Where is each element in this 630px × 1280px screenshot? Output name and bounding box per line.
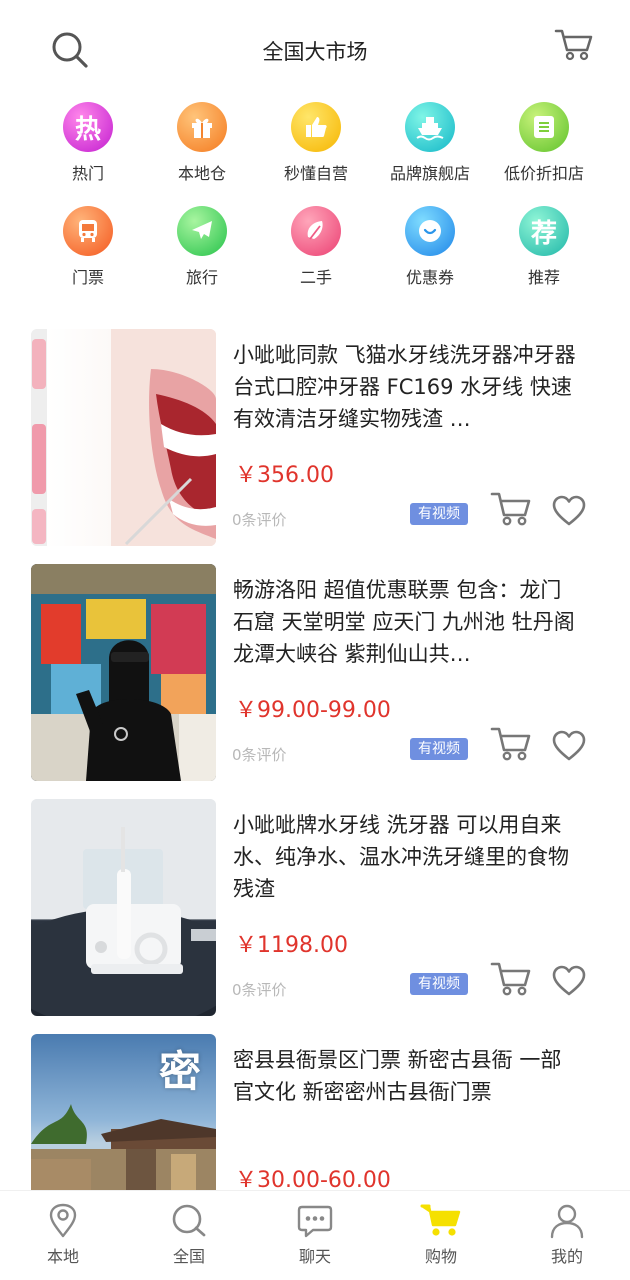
category-brand-flagship[interactable]: 品牌旗舰店	[373, 102, 487, 184]
favorite-heart-icon[interactable]	[552, 965, 586, 997]
user-icon	[550, 1204, 584, 1239]
category-tickets[interactable]: 门票	[31, 206, 145, 288]
tab-label: 本地	[46, 1247, 79, 1266]
review-count: 0条评价	[232, 981, 287, 999]
recommend-icon: 荐	[519, 206, 569, 256]
product-title[interactable]: 小呲呲牌水牙线 洗牙器 可以用自来水、纯净水、温水冲洗牙缝里的食物残渣	[233, 809, 578, 905]
tab-national[interactable]: 全国	[126, 1191, 252, 1280]
category-discount-store[interactable]: 低价折扣店	[487, 102, 601, 184]
bottom-tab-bar: 本地 全国 聊天 购物 我的	[0, 1190, 630, 1280]
category-coupon[interactable]: 优惠券	[373, 206, 487, 288]
product-title[interactable]: 小呲呲同款 飞猫水牙线洗牙器冲牙器 台式口腔冲牙器 FC169 水牙线 快速有效…	[233, 339, 578, 435]
product-title[interactable]: 密县县衙景区门票 新密古县衙 一部官文化 新密密州古县衙门票	[233, 1044, 578, 1108]
category-label: 二手	[299, 268, 332, 287]
tab-label: 聊天	[298, 1247, 331, 1266]
vr-girl-photo[interactable]	[31, 564, 216, 781]
category-recommend[interactable]: 荐 推荐	[487, 206, 601, 288]
video-badge: 有视频	[410, 738, 468, 760]
shopping-cart-icon	[420, 1204, 461, 1236]
tab-label: 购物	[424, 1247, 457, 1266]
top-header: 全国大市场	[0, 0, 630, 100]
product-card[interactable]: 小呲呲牌水牙线 洗牙器 可以用自来水、纯净水、温水冲洗牙缝里的食物残渣 ￥119…	[31, 795, 611, 1016]
favorite-heart-icon[interactable]	[552, 730, 586, 762]
ancient-yamen-photo[interactable]: 密	[31, 1034, 216, 1190]
product-card[interactable]: 小呲呲同款 飞猫水牙线洗牙器冲牙器 台式口腔冲牙器 FC169 水牙线 快速有效…	[31, 325, 611, 546]
category-label: 秒懂自营	[283, 164, 348, 183]
tab-label: 我的	[550, 1247, 583, 1266]
category-second-hand[interactable]: 二手	[259, 206, 373, 288]
ticket-icon	[63, 206, 113, 256]
thumbs-up-icon	[291, 102, 341, 152]
add-to-cart-icon[interactable]	[490, 491, 532, 527]
smile-teeth-photo[interactable]	[31, 329, 216, 546]
gift-icon	[177, 102, 227, 152]
photo-caption: 密	[159, 1047, 202, 1096]
tab-shopping[interactable]: 购物	[378, 1191, 504, 1280]
store-icon	[519, 102, 569, 152]
category-label: 热门	[71, 164, 104, 183]
category-label: 低价折扣店	[503, 164, 584, 183]
product-title[interactable]: 畅游洛阳 超值优惠联票 包含：龙门石窟 天堂明堂 应天门 九州池 牡丹阁 龙潭大…	[233, 574, 578, 670]
add-to-cart-icon[interactable]	[490, 726, 532, 762]
page-title: 全国大市场	[262, 40, 368, 64]
chat-bubble-icon	[297, 1205, 333, 1238]
category-label: 优惠券	[405, 268, 454, 287]
category-grid: 热 热门 本地仓 秒懂自营 品牌旗舰店 低价折扣店 门票 旅行 二手 优惠券 荐…	[0, 100, 630, 300]
hot-icon: 热	[63, 102, 113, 152]
coupon-icon	[405, 206, 455, 256]
category-label: 推荐	[527, 268, 560, 287]
water-flosser-photo[interactable]	[31, 799, 216, 1016]
category-label: 旅行	[185, 268, 218, 287]
cart-icon[interactable]	[554, 28, 594, 62]
favorite-heart-icon[interactable]	[552, 495, 586, 527]
location-pin-icon	[49, 1203, 77, 1238]
search-icon	[172, 1204, 206, 1237]
product-card[interactable]: 密 密县县衙景区门票 新密古县衙 一部官文化 新密密州古县衙门票 ￥30.00-…	[31, 1030, 611, 1193]
second-hand-icon	[291, 206, 341, 256]
plane-icon	[177, 206, 227, 256]
category-label: 本地仓	[177, 164, 226, 183]
category-label: 品牌旗舰店	[389, 164, 470, 183]
tab-label: 全国	[172, 1247, 205, 1266]
add-to-cart-icon[interactable]	[490, 961, 532, 997]
category-local-warehouse[interactable]: 本地仓	[145, 102, 259, 184]
tab-local[interactable]: 本地	[0, 1191, 126, 1280]
review-count: 0条评价	[232, 746, 287, 764]
category-hot[interactable]: 热 热门	[31, 102, 145, 184]
category-travel[interactable]: 旅行	[145, 206, 259, 288]
tab-profile[interactable]: 我的	[504, 1191, 630, 1280]
video-badge: 有视频	[410, 973, 468, 995]
product-price: ￥1198.00	[235, 933, 348, 958]
category-self-operated[interactable]: 秒懂自营	[259, 102, 373, 184]
video-badge: 有视频	[410, 503, 468, 525]
review-count: 0条评价	[232, 511, 287, 529]
product-price: ￥99.00-99.00	[235, 698, 391, 723]
tab-chat[interactable]: 聊天	[252, 1191, 378, 1280]
product-price: ￥356.00	[235, 463, 334, 488]
ship-icon	[405, 102, 455, 152]
category-label: 门票	[71, 268, 104, 287]
product-card[interactable]: 畅游洛阳 超值优惠联票 包含：龙门石窟 天堂明堂 应天门 九州池 牡丹阁 龙潭大…	[31, 560, 611, 781]
